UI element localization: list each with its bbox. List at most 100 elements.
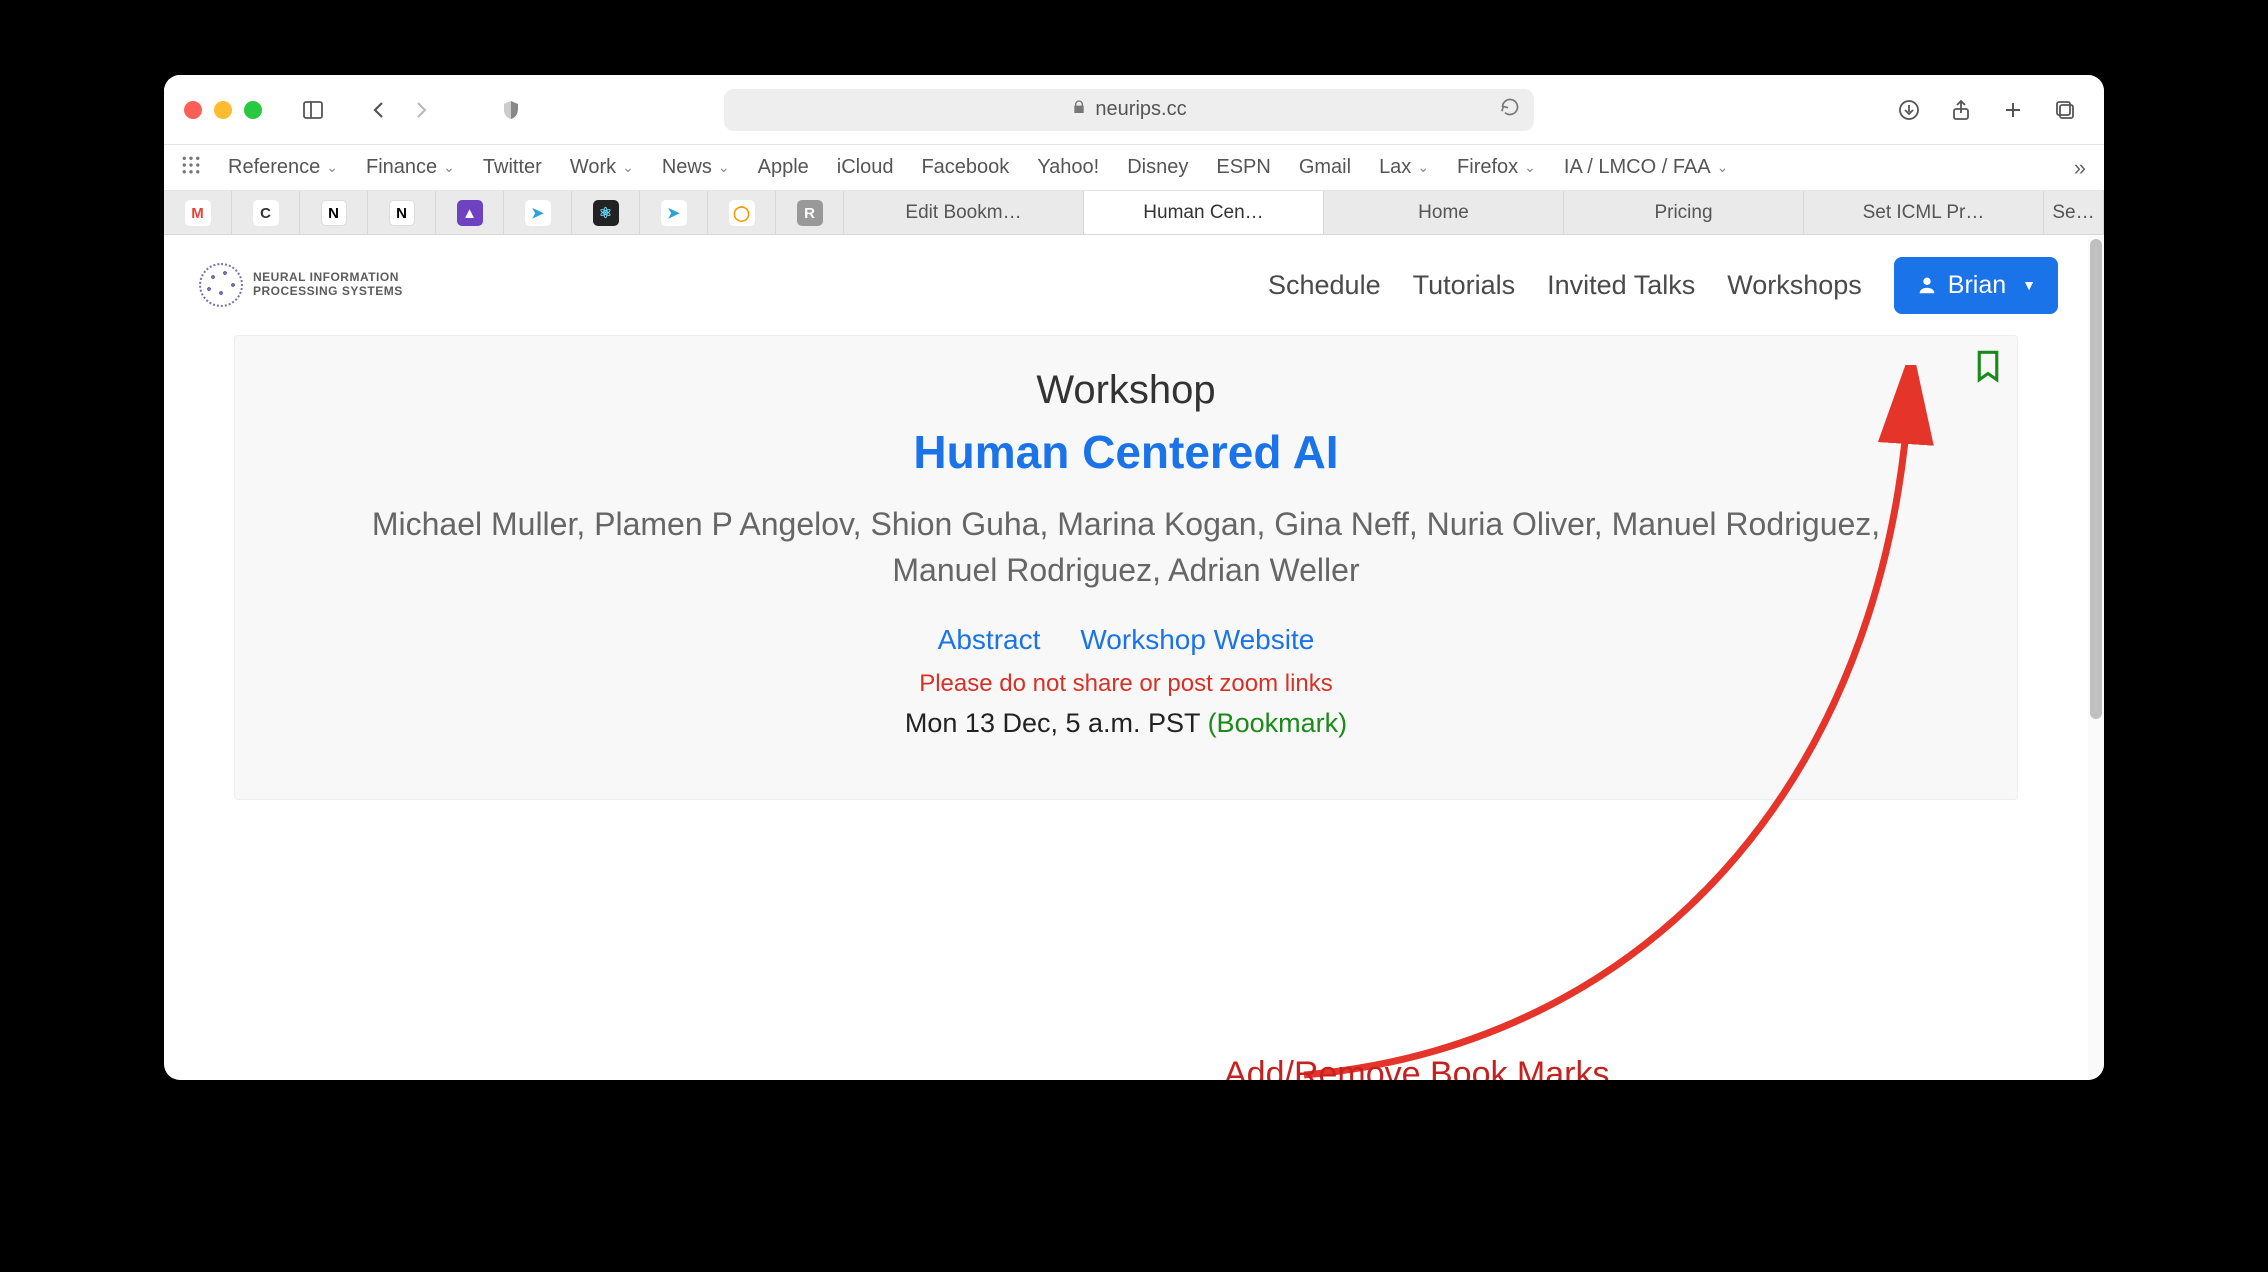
pinned-tab-gmail[interactable]: M [164,191,232,235]
tab-bar: M C N N ▲ ➤ ⚛ ➤ ◯ R Edit Bookm… Human Ce… [164,191,2104,235]
nav-schedule[interactable]: Schedule [1268,270,1381,301]
letter-icon: R [797,200,823,226]
chevron-down-icon: ⌄ [326,159,338,176]
annotation-label: Add/Remove Book Marks [1224,1055,1610,1080]
pinned-tab-send1[interactable]: ➤ [504,191,572,235]
scrollbar-track[interactable] [2088,235,2104,1080]
bookmark-toggle-button[interactable] [1973,348,2003,389]
favorite-icloud[interactable]: iCloud [837,156,894,179]
pinned-tab-notion1[interactable]: N [300,191,368,235]
favorite-lax[interactable]: Lax⌄ [1379,156,1429,179]
nav-workshops[interactable]: Workshops [1727,270,1862,301]
workshop-card: Workshop Human Centered AI Michael Mulle… [234,335,2018,800]
safari-window: neurips.cc Reference⌄ Finance⌄ [164,75,2104,1080]
send-icon: ➤ [525,200,551,226]
url-bar[interactable]: neurips.cc [724,89,1534,131]
workshop-links: Abstract Workshop Website [275,624,1977,656]
back-button[interactable] [360,91,398,129]
scrollbar-thumb[interactable] [2090,239,2102,719]
privacy-shield-button[interactable] [492,91,530,129]
lock-icon [1071,98,1087,121]
sidebar-toggle-button[interactable] [294,91,332,129]
nav-invited-talks[interactable]: Invited Talks [1547,270,1695,301]
nav-tutorials[interactable]: Tutorials [1413,270,1516,301]
favorite-reference[interactable]: Reference⌄ [228,156,338,179]
chevron-down-icon: ⌄ [1417,159,1429,176]
pinned-tab-shield[interactable]: ◯ [708,191,776,235]
favorite-gmail[interactable]: Gmail [1299,156,1351,179]
user-icon [1916,274,1938,296]
workshop-authors: Michael Muller, Plamen P Angelov, Shion … [326,501,1926,594]
user-menu-button[interactable]: Brian ▼ [1894,257,2058,314]
downloads-button[interactable] [1890,91,1928,129]
zoom-warning-text: Please do not share or post zoom links [275,670,1977,698]
site-navbar: NEURAL INFORMATION PROCESSING SYSTEMS Sc… [164,235,2088,335]
forward-button[interactable] [402,91,440,129]
tab-edit-bookmark[interactable]: Edit Bookm… [844,191,1084,234]
logo-icon [199,263,243,307]
share-button[interactable] [1942,91,1980,129]
chevron-down-icon: ▼ [2022,277,2036,293]
pinned-tab-r[interactable]: R [776,191,844,235]
site-logo[interactable]: NEURAL INFORMATION PROCESSING SYSTEMS [199,263,403,307]
chevron-down-icon: ⌄ [1717,159,1729,176]
pinned-tab-notion2[interactable]: N [368,191,436,235]
pinned-tab-purple[interactable]: ▲ [436,191,504,235]
tab-overflow[interactable]: Se… [2044,191,2104,234]
favorites-grid-icon[interactable] [182,156,200,180]
content-container: Workshop Human Centered AI Michael Mulle… [164,335,2088,800]
toolbar-right-group [1890,91,2084,129]
logo-text: NEURAL INFORMATION PROCESSING SYSTEMS [253,271,403,299]
favorite-yahoo[interactable]: Yahoo! [1037,156,1099,179]
fullscreen-window-button[interactable] [244,101,262,119]
chevron-down-icon: ⌄ [443,159,455,176]
favorite-facebook[interactable]: Facebook [921,156,1009,179]
favorites-overflow-button[interactable]: » [2074,155,2086,181]
user-name-label: Brian [1948,271,2006,300]
favorite-disney[interactable]: Disney [1127,156,1188,179]
triangle-icon: ▲ [457,200,483,226]
tab-pricing[interactable]: Pricing [1564,191,1804,234]
favorite-twitter[interactable]: Twitter [483,156,542,179]
pinned-tab-send2[interactable]: ➤ [640,191,708,235]
favorites-bar: Reference⌄ Finance⌄ Twitter Work⌄ News⌄ … [164,145,2104,191]
favorite-news[interactable]: News⌄ [662,156,730,179]
favorite-finance[interactable]: Finance⌄ [366,156,455,179]
tab-set-icml[interactable]: Set ICML Pr… [1804,191,2044,234]
workshop-title: Human Centered AI [275,425,1977,479]
tab-human-centered[interactable]: Human Cen… [1084,191,1324,234]
abstract-link[interactable]: Abstract [938,624,1041,656]
notion-icon: N [321,200,347,226]
chevron-down-icon: ⌄ [622,159,634,176]
gmail-icon: M [185,200,211,226]
favorite-work[interactable]: Work⌄ [570,156,634,179]
reload-button[interactable] [1500,97,1520,123]
tab-overview-button[interactable] [2046,91,2084,129]
send-icon: ➤ [661,200,687,226]
favorite-firefox[interactable]: Firefox⌄ [1457,156,1536,179]
notion-icon: N [389,200,415,226]
workshop-website-link[interactable]: Workshop Website [1080,624,1314,656]
pinned-tab-react[interactable]: ⚛ [572,191,640,235]
tab-home[interactable]: Home [1324,191,1564,234]
schedule-datetime: Mon 13 Dec, 5 a.m. PST [905,708,1200,738]
favorite-apple[interactable]: Apple [758,156,809,179]
chevron-down-icon: ⌄ [1524,159,1536,176]
close-window-button[interactable] [184,101,202,119]
pinned-tabs: M C N N ▲ ➤ ⚛ ➤ ◯ R [164,191,844,234]
minimize-window-button[interactable] [214,101,232,119]
page-content: NEURAL INFORMATION PROCESSING SYSTEMS Sc… [164,235,2088,1080]
letter-icon: C [253,200,279,226]
pinned-tab-c[interactable]: C [232,191,300,235]
workshop-category: Workshop [275,368,1977,413]
bookmark-icon [1973,348,2003,384]
favorite-ia-lmco-faa[interactable]: IA / LMCO / FAA⌄ [1564,156,1728,179]
chevron-down-icon: ⌄ [718,159,730,176]
circle-icon: ◯ [729,200,755,226]
schedule-line: Mon 13 Dec, 5 a.m. PST (Bookmark) [275,708,1977,739]
browser-toolbar: neurips.cc [164,75,2104,145]
favorite-espn[interactable]: ESPN [1216,156,1270,179]
bookmark-inline-link[interactable]: (Bookmark) [1208,708,1348,738]
window-traffic-lights [184,101,262,119]
new-tab-button[interactable] [1994,91,2032,129]
